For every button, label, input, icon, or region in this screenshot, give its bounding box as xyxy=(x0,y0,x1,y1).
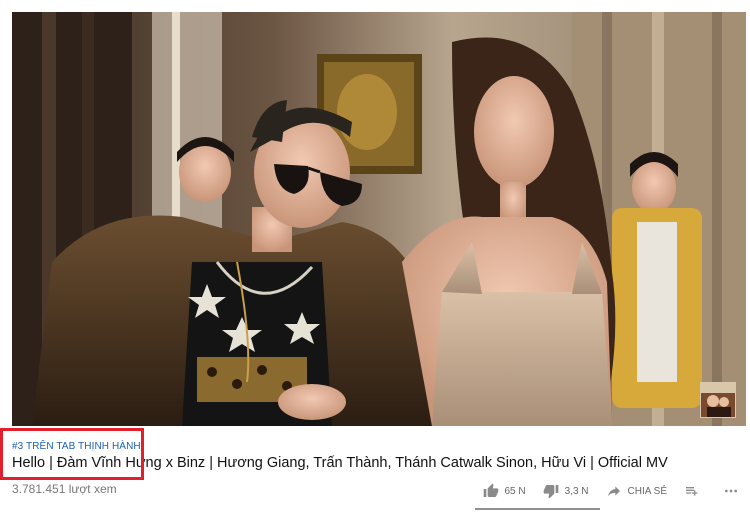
video-title: Hello | Đàm Vĩnh Hưng x Binz | Hương Gia… xyxy=(12,455,668,471)
video-frame-image xyxy=(12,12,746,426)
like-count: 65 N xyxy=(504,485,526,497)
like-button[interactable]: 65 N xyxy=(482,482,526,500)
playlist-add-icon xyxy=(683,482,701,500)
add-to-playlist-button[interactable] xyxy=(683,482,706,500)
dislike-count: 3,3 N xyxy=(564,485,589,497)
video-watch-page: #3 TRÊN TAB THỊNH HÀNH Hello | Đàm Vĩnh … xyxy=(0,0,750,512)
channel-watermark-thumbnail[interactable] xyxy=(700,382,736,418)
share-label: CHIA SẺ xyxy=(627,485,667,497)
video-player[interactable] xyxy=(12,12,746,426)
share-arrow-icon xyxy=(605,482,623,500)
more-actions-button[interactable] xyxy=(722,482,740,500)
video-actions-bar: 65 N 3,3 N CHIA SẺ xyxy=(466,478,741,504)
view-count: 3.781.451 lượt xem xyxy=(12,482,117,496)
share-button[interactable]: CHIA SẺ xyxy=(605,482,667,500)
trending-badge[interactable]: #3 TRÊN TAB THỊNH HÀNH xyxy=(12,441,141,452)
thumbs-down-icon xyxy=(542,482,560,500)
dislike-button[interactable]: 3,3 N xyxy=(542,482,589,500)
red-highlight-box xyxy=(0,428,144,480)
sentiment-bar xyxy=(475,508,600,510)
more-horizontal-icon xyxy=(722,482,740,500)
thumbs-up-icon xyxy=(482,482,500,500)
